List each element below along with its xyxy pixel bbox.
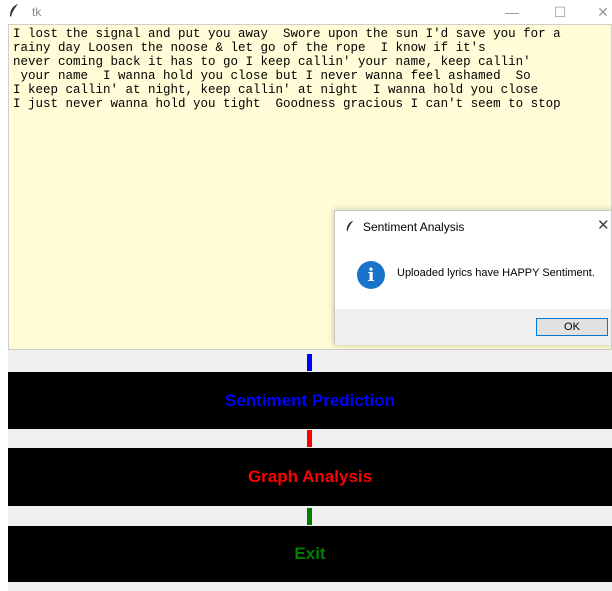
minimize-button[interactable]: — bbox=[492, 0, 532, 24]
graph-analysis-button[interactable]: Graph Analysis bbox=[8, 448, 612, 506]
lyrics-line: rainy day Loosen the noose & let go of t… bbox=[13, 41, 486, 55]
lyrics-line: never coming back it has to go I keep ca… bbox=[13, 55, 531, 69]
dialog-close-icon[interactable]: ✕ bbox=[597, 216, 610, 234]
lyrics-line: your name I wanna hold you close but I n… bbox=[13, 69, 531, 83]
sentiment-dialog: Sentiment Analysis ✕ i Uploaded lyrics h… bbox=[334, 210, 612, 345]
separator-blue bbox=[307, 354, 312, 371]
maximize-icon: ☐ bbox=[553, 3, 567, 20]
ok-label: OK bbox=[564, 321, 580, 333]
lyrics-line: I lost the signal and put you away Swore… bbox=[13, 27, 561, 41]
window-titlebar: tk — ☐ ✕ bbox=[0, 0, 612, 24]
exit-label: Exit bbox=[294, 544, 326, 563]
maximize-button[interactable]: ☐ bbox=[540, 0, 580, 24]
separator-green bbox=[307, 508, 312, 525]
tk-feather-icon bbox=[345, 220, 355, 238]
lyrics-line: I just never wanna hold you tight Goodne… bbox=[13, 97, 561, 111]
exit-button[interactable]: Exit bbox=[8, 526, 612, 582]
separator-red bbox=[307, 430, 312, 447]
tk-feather-icon bbox=[8, 4, 20, 23]
graph-analysis-label: Graph Analysis bbox=[247, 467, 373, 486]
ok-button[interactable]: OK bbox=[536, 318, 608, 336]
dialog-message: Uploaded lyrics have HAPPY Sentiment. bbox=[397, 267, 595, 279]
window-title: tk bbox=[32, 5, 42, 19]
sentiment-prediction-button[interactable]: Sentiment Prediction bbox=[8, 372, 612, 429]
lyrics-line: I keep callin' at night, keep callin' at… bbox=[13, 83, 539, 97]
minimize-icon: — bbox=[505, 4, 519, 20]
dialog-body: i Uploaded lyrics have HAPPY Sentiment. bbox=[335, 245, 611, 309]
close-button[interactable]: ✕ bbox=[583, 0, 612, 24]
sentiment-prediction-label: Sentiment Prediction bbox=[224, 390, 396, 410]
dialog-title: Sentiment Analysis bbox=[363, 220, 465, 234]
dialog-footer: OK bbox=[335, 309, 611, 345]
close-icon: ✕ bbox=[597, 3, 609, 20]
info-icon: i bbox=[357, 261, 385, 289]
